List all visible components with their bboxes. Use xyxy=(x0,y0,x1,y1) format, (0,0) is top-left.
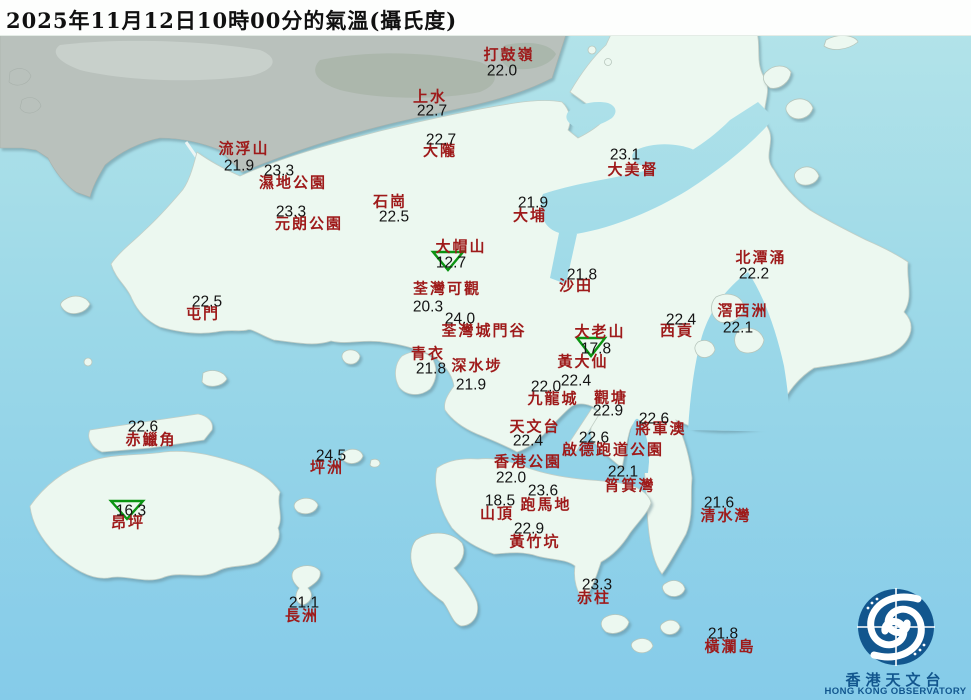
station-temperature-value: 22.0 xyxy=(487,63,517,79)
station-temperature-value: 23.1 xyxy=(610,147,640,163)
station-name: 跑馬地 xyxy=(520,498,571,513)
station-temperature-value: 22.1 xyxy=(608,464,638,480)
station-name: 筲箕灣 xyxy=(604,479,655,494)
station-temperature-value: 22.5 xyxy=(192,294,222,310)
station-temperature-value: 22.7 xyxy=(426,132,456,148)
station-temperature-value: 22.1 xyxy=(723,320,753,336)
station-temperature-value: 22.6 xyxy=(579,430,609,446)
station-temperature-value: 22.9 xyxy=(593,403,623,419)
station-temperature-value: 23.3 xyxy=(276,204,306,220)
station-name: 打鼓嶺 xyxy=(483,48,534,63)
station-temperature-value: 22.6 xyxy=(639,411,669,427)
station-temperature-value: 22.5 xyxy=(379,209,409,225)
station-temperature-value: 22.7 xyxy=(417,103,447,119)
station-name: 青衣 xyxy=(411,347,445,362)
station-temperature-value: 21.8 xyxy=(416,361,446,377)
station-name: 大老山 xyxy=(574,325,625,340)
station-temperature-value: 24.5 xyxy=(316,448,346,464)
station-temperature-value: 22.4 xyxy=(513,433,543,449)
temperature-map-screen: 打鼓嶺22.0上水22.7大隴22.7流浮山21.9濕地公園23.3元朗公園23… xyxy=(0,0,971,700)
title-bar: 2025年11月12日10時00分的氣溫(攝氏度) xyxy=(0,0,971,36)
station-name: 深水埗 xyxy=(451,359,502,374)
station-name: 黃大仙 xyxy=(557,355,608,370)
station-name: 大美督 xyxy=(607,163,658,178)
station-temperature-value: 20.3 xyxy=(413,299,443,315)
station-temperature-value: 21.1 xyxy=(289,595,319,611)
station-name: 北潭涌 xyxy=(735,251,786,266)
hko-logo-english-name: HONG KONG OBSERVATORY xyxy=(820,686,971,697)
station-name: 荃灣可觀 xyxy=(413,282,481,297)
station-name: 啟德跑道公園 xyxy=(562,443,664,458)
station-temperature-value: 21.8 xyxy=(567,267,597,283)
station-name: 滘西洲 xyxy=(717,304,768,319)
station-temperature-value: 21.6 xyxy=(704,495,734,511)
station-name: 流浮山 xyxy=(218,142,269,157)
station-temperature-value: 21.8 xyxy=(708,626,738,642)
station-name: 大帽山 xyxy=(435,240,486,255)
station-temperature-value: 22.0 xyxy=(531,379,561,395)
station-temperature-value: 22.4 xyxy=(666,312,696,328)
station-temperature-value: 21.9 xyxy=(518,195,548,211)
station-temperature-value: 21.9 xyxy=(456,377,486,393)
station-temperature-value: 22.9 xyxy=(514,521,544,537)
station-name: 石崗 xyxy=(373,195,407,210)
station-temperature-value: 22.2 xyxy=(739,266,769,282)
hko-logo: 香港天文台 HONG KONG OBSERVATORY xyxy=(820,583,971,698)
station-temperature-value: 18.5 xyxy=(485,493,515,509)
station-temperature-value: 22.6 xyxy=(128,419,158,435)
map-title: 2025年11月12日10時00分的氣溫(攝氏度) xyxy=(6,5,457,35)
station-temperature-value: 21.9 xyxy=(224,158,254,174)
station-name: 香港公園 xyxy=(494,455,562,470)
station-temperature-value: 23.3 xyxy=(264,163,294,179)
station-temperature-value: 23.6 xyxy=(528,483,558,499)
station-temperature-value: 12.7 xyxy=(436,255,466,271)
station-temperature-value: 22.0 xyxy=(496,470,526,486)
station-temperature-value: 24.0 xyxy=(445,311,475,327)
station-temperature-value: 22.4 xyxy=(561,373,591,389)
station-temperature-value: 16.3 xyxy=(116,503,146,519)
station-temperature-value: 23.3 xyxy=(582,577,612,593)
